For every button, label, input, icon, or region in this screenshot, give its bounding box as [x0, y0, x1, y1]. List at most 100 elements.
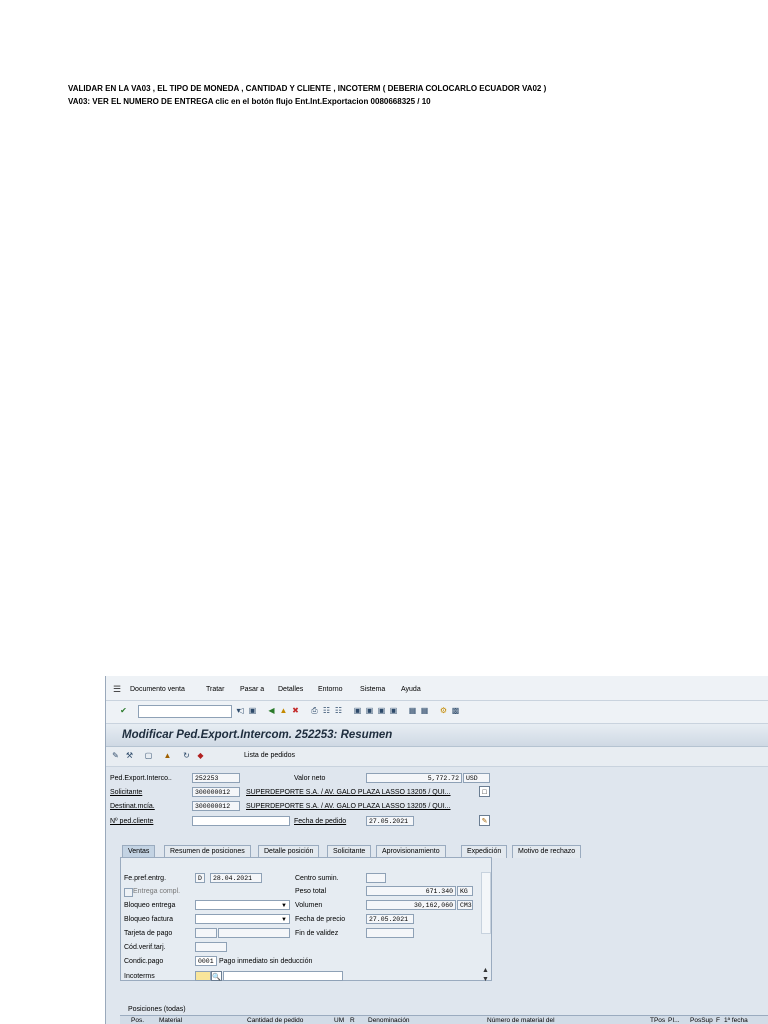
col-primera-fecha[interactable]: 1ª fecha	[724, 1017, 748, 1024]
ped-cliente-field[interactable]	[192, 816, 290, 826]
previous-page-icon[interactable]: ▣	[364, 705, 375, 716]
sap-window: ☰ Documento venta Tratar Pasar a Detalle…	[105, 676, 768, 1024]
fe-pref-label: Fe.pref.entrg.	[124, 875, 167, 882]
tarjeta-pago-type-field[interactable]	[195, 928, 217, 938]
search-help-icon[interactable]: 🔍	[211, 971, 222, 981]
header-icon[interactable]: ▢	[143, 750, 154, 761]
menu-bar: ☰ Documento venta Tratar Pasar a Detalle…	[106, 676, 768, 701]
command-field[interactable]	[138, 705, 232, 718]
bloqueo-factura-dropdown[interactable]: ▼	[195, 914, 290, 924]
col-f[interactable]: F	[716, 1017, 720, 1024]
fe-pref-unit-field[interactable]: D	[195, 873, 205, 883]
first-page-icon[interactable]: ▣	[352, 705, 363, 716]
menu-tratar[interactable]: Tratar	[206, 686, 224, 693]
menu-ayuda[interactable]: Ayuda	[401, 686, 421, 693]
fe-pref-date-field[interactable]: 28.04.2021	[210, 873, 262, 883]
bloqueo-entrega-label: Bloqueo entrega	[124, 902, 176, 909]
print-icon[interactable]: ⎙	[309, 705, 320, 716]
find-next-icon[interactable]: ☷	[333, 705, 344, 716]
save-icon[interactable]: ▣	[247, 705, 258, 716]
menu-entorno[interactable]: Entorno	[318, 686, 343, 693]
incoterms-field[interactable]	[195, 971, 211, 981]
entrega-compl-label: Entrega compl.	[133, 888, 181, 895]
entrega-compl-checkbox[interactable]	[124, 888, 133, 897]
fecha-pedido-field[interactable]: 27.05.2021	[366, 816, 414, 826]
tarjeta-pago-label: Tarjeta de pago	[124, 930, 173, 937]
last-page-icon[interactable]: ▣	[388, 705, 399, 716]
menu-sistema[interactable]: Sistema	[360, 686, 385, 693]
solicitante-field[interactable]: 300000012	[192, 787, 240, 797]
positions-table: Posiciones (todas) Pos. Material Cantida…	[120, 1003, 768, 1024]
peso-total-field: 671.340	[366, 886, 456, 896]
instruction-line-2: VA03: VER EL NUMERO DE ENTREGA clic en e…	[68, 97, 431, 106]
back-arrow-icon[interactable]: ◁	[235, 705, 246, 716]
col-pos[interactable]: Pos.	[131, 1017, 144, 1024]
document-flow-icon[interactable]: ↻	[181, 750, 192, 761]
menu-detalles[interactable]: Detalles	[278, 686, 303, 693]
menu-documento-venta[interactable]: Documento venta	[130, 686, 185, 693]
menu-icon[interactable]: ☰	[113, 684, 121, 695]
cod-verif-field[interactable]	[195, 942, 227, 952]
centro-sumin-field[interactable]	[366, 873, 386, 883]
shortcut-icon[interactable]: ▦	[419, 705, 430, 716]
volumen-label: Volumen	[295, 902, 323, 909]
destinatario-label[interactable]: Destinat.mcía.	[110, 803, 155, 810]
positions-header-row: Pos. Material Cantidad de pedido UM R De…	[120, 1015, 768, 1024]
col-tpos[interactable]: TPos	[650, 1017, 665, 1024]
other-document-icon[interactable]: ⚒	[124, 750, 135, 761]
fecha-precio-label: Fecha de precio	[295, 916, 346, 923]
fin-validez-field[interactable]	[366, 928, 414, 938]
panel-scrollbar[interactable]	[481, 872, 491, 934]
status-icon[interactable]: ◆	[195, 750, 206, 761]
col-r[interactable]: R	[350, 1017, 355, 1024]
layout-icon[interactable]: ▩	[450, 705, 461, 716]
doc-label: Ped.Export.Interco..	[110, 775, 172, 782]
valor-neto-label: Valor neto	[294, 775, 326, 782]
fecha-precio-field[interactable]: 27.05.2021	[366, 914, 414, 924]
col-material[interactable]: Material	[159, 1017, 182, 1024]
centro-sumin-label: Centro sumin.	[295, 875, 339, 882]
solicitante-label[interactable]: Solicitante	[110, 789, 142, 796]
edit-document-icon[interactable]: ✎	[479, 815, 490, 826]
incoterms-place-field[interactable]	[223, 971, 343, 981]
tarjeta-pago-number-field[interactable]	[218, 928, 290, 938]
col-pi[interactable]: PI...	[668, 1017, 680, 1024]
col-um[interactable]: UM	[334, 1017, 344, 1024]
new-session-icon[interactable]: ▦	[407, 705, 418, 716]
bloqueo-entrega-dropdown[interactable]: ▼	[195, 900, 290, 910]
partner-icon[interactable]: ▲	[162, 750, 173, 761]
ped-cliente-label: Nº ped.cliente	[110, 818, 154, 825]
menu-pasar-a[interactable]: Pasar a	[240, 686, 264, 693]
col-possup[interactable]: PosSup	[690, 1017, 713, 1024]
scroll-down-icon[interactable]: ▼	[482, 976, 489, 983]
scroll-up-icon[interactable]: ▲	[482, 967, 489, 974]
peso-unit-field: KG	[457, 886, 473, 896]
application-toolbar: ✎ ⚒ ▢ ▲ ↻ ◆ Lista de pedidos	[106, 747, 768, 767]
col-cantidad[interactable]: Cantidad de pedido	[247, 1017, 303, 1024]
destinatario-field[interactable]: 300000012	[192, 801, 240, 811]
page-title: Modificar Ped.Export.Intercom. 252253: R…	[122, 729, 393, 741]
solicitante-name: SUPERDEPORTE S.A. / AV. GALO PLAZA LASSO…	[246, 789, 451, 796]
find-icon[interactable]: ☷	[321, 705, 332, 716]
dropdown-arrow-icon: ▼	[281, 903, 287, 909]
standard-toolbar: ✔ ▾ ◁ ▣ ◀ ▲ ✖ ⎙ ☷ ☷ ▣ ▣ ▣ ▣ ▦ ▦ ⚙ ▩	[106, 701, 768, 724]
condic-pago-text: Pago inmediato sin deducción	[219, 958, 313, 965]
document-icon[interactable]: □	[479, 786, 490, 797]
help-icon[interactable]: ⚙	[438, 705, 449, 716]
lista-pedidos-button[interactable]: Lista de pedidos	[244, 752, 295, 759]
dropdown-arrow-icon: ▼	[281, 917, 287, 923]
doc-number-field: 252253	[192, 773, 240, 783]
next-page-icon[interactable]: ▣	[376, 705, 387, 716]
currency-field: USD	[463, 773, 490, 783]
col-num-material[interactable]: Número de material del	[487, 1017, 555, 1024]
instruction-line-1: VALIDAR EN LA VA03 , EL TIPO DE MONEDA ,…	[68, 84, 547, 93]
tab-motivo-rechazo[interactable]: Motivo de rechazo	[512, 845, 582, 858]
condic-pago-field[interactable]: 0001	[195, 956, 217, 966]
exit-icon[interactable]: ▲	[278, 705, 289, 716]
col-denominacion[interactable]: Denominación	[368, 1017, 410, 1024]
incoterms-label: Incoterms	[124, 973, 155, 980]
enter-icon[interactable]: ✔	[118, 705, 129, 716]
cancel-icon[interactable]: ✖	[290, 705, 301, 716]
display-change-icon[interactable]: ✎	[110, 750, 121, 761]
back-icon[interactable]: ◀	[266, 705, 277, 716]
